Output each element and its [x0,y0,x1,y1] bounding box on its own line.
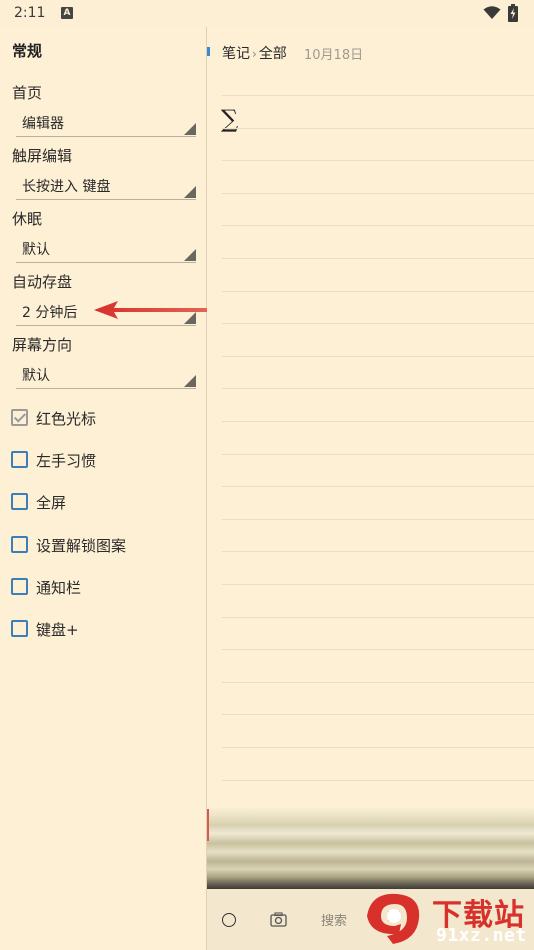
checkbox-checked-icon[interactable] [11,409,28,426]
home-value: 编辑器 [22,116,64,132]
photo-strip [207,807,534,889]
breadcrumb-notes[interactable]: 笔记 [222,46,250,62]
autosave-label: 自动存盘 [12,273,73,291]
red-cursor-label: 红色光标 [36,410,97,428]
checkbox-unchecked-icon[interactable] [11,536,28,553]
note-date: 10月18日 [304,48,364,63]
keyboard-plus-label: 键盘+ [36,621,79,639]
keyboard-plus-checkbox[interactable]: 键盘+ [10,617,200,641]
unlock-pattern-label: 设置解锁图案 [36,537,127,555]
ruled-line [222,258,534,259]
section-title-general: 常规 [12,42,43,60]
checkbox-unchecked-icon[interactable] [11,493,28,510]
left-hand-label: 左手习惯 [36,452,97,470]
ruled-line [222,160,534,161]
checkbox-unchecked-icon[interactable] [11,578,28,595]
orientation-spinner[interactable]: 默认 [16,361,196,389]
notification-bar-checkbox[interactable]: 通知栏 [10,575,200,599]
circle-icon[interactable] [222,913,236,927]
camera-icon[interactable] [270,912,287,927]
status-bar: 2:11 A [0,0,534,27]
touch-edit-spinner[interactable]: 长按进入 键盘 [16,172,196,200]
search-button[interactable]: 搜索 [321,910,347,929]
ruled-line [222,323,534,324]
watermark-logo-icon [367,893,420,944]
ruled-line [222,128,534,129]
ruled-line [222,551,534,552]
photo-edge [207,809,209,841]
orientation-value: 默认 [22,368,50,384]
ruled-line [222,486,534,487]
breadcrumb: 笔记 › 全部 [222,43,287,63]
red-arrow-annotation [94,301,222,319]
touch-edit-label: 触屏编辑 [12,147,73,165]
home-spinner[interactable]: 编辑器 [16,109,196,137]
ruled-line [222,649,534,650]
breadcrumb-all[interactable]: 全部 [259,46,287,62]
editor-pane: 笔记›全部 10月18日 ∑ 搜索 5/ [207,27,534,950]
fullscreen-checkbox[interactable]: 全屏 [10,490,200,514]
ruled-line [222,388,534,389]
ruled-line [222,225,534,226]
ruled-line [222,682,534,683]
autosave-value: 2 分钟后 [22,305,78,321]
ruled-line [222,519,534,520]
checkbox-unchecked-icon[interactable] [11,451,28,468]
ruled-line [222,356,534,357]
settings-panel: 常规 首页 编辑器 触屏编辑 长按进入 键盘 休眠 默认 自动存盘 2 分钟后 … [0,27,206,950]
orientation-label: 屏幕方向 [12,336,73,354]
sleep-spinner[interactable]: 默认 [16,235,196,263]
dropdown-triangle-icon [184,123,196,135]
ruled-line [222,714,534,715]
notification-a-icon: A [61,7,73,19]
dropdown-triangle-icon [184,186,196,198]
status-time: 2:11 [14,5,46,21]
fullscreen-label: 全屏 [36,494,67,512]
ruled-line [222,747,534,748]
notification-bar-label: 通知栏 [36,579,82,597]
home-label: 首页 [12,84,43,102]
touch-edit-value: 长按进入 键盘 [22,179,111,195]
unlock-pattern-checkbox[interactable]: 设置解锁图案 [10,533,200,557]
sleep-value: 默认 [22,242,50,258]
chevron-right-icon: › [252,47,257,61]
watermark-url: 91xz.net [436,925,527,946]
left-hand-checkbox[interactable]: 左手习惯 [10,448,200,472]
ruled-line [222,95,534,96]
checkbox-unchecked-icon[interactable] [11,620,28,637]
wifi-icon [483,6,501,19]
ruled-line [222,421,534,422]
ruled-line [222,291,534,292]
dropdown-triangle-icon [184,375,196,387]
ruled-line [222,780,534,781]
battery-charging-icon [508,4,518,22]
ruled-line [222,454,534,455]
red-cursor-checkbox[interactable]: 红色光标 [10,406,200,430]
dropdown-triangle-icon [184,249,196,261]
ruled-line [222,193,534,194]
ruled-line [222,617,534,618]
sleep-label: 休眠 [12,210,43,228]
ruled-line [222,584,534,585]
breadcrumb-marker [207,47,210,56]
